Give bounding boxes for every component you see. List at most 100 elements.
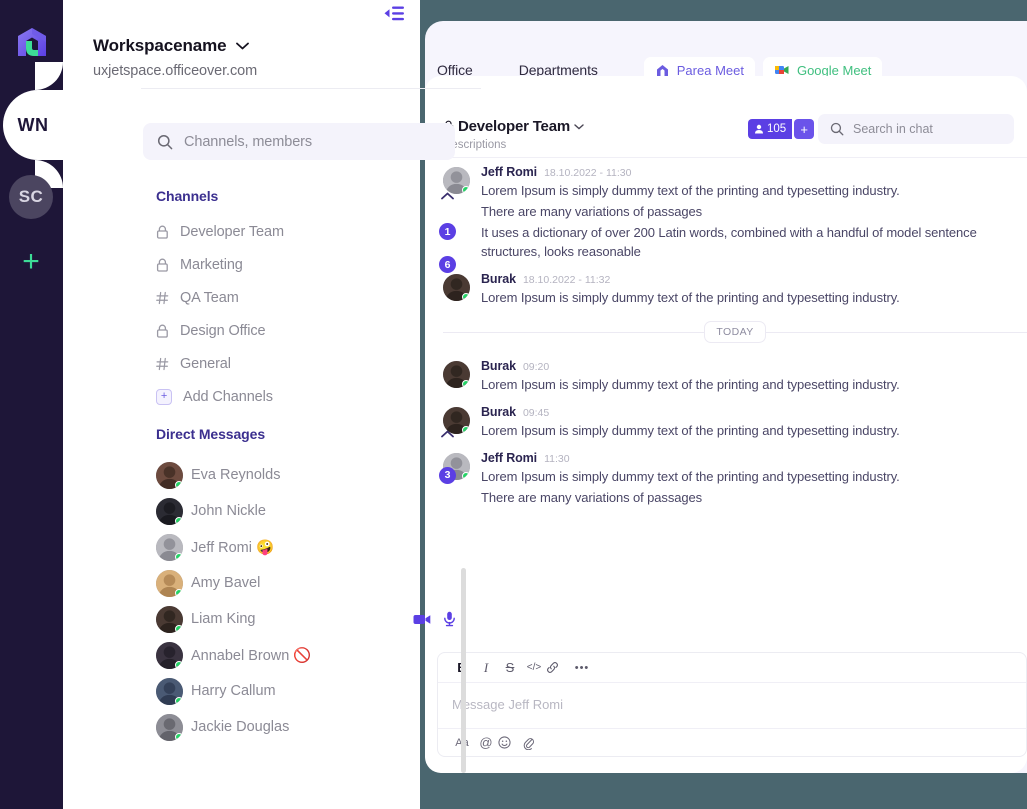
sidebar-dm-jeff-romi[interactable]: Jeff Romi 🤪 <box>156 529 456 565</box>
message-text: Lorem Ipsum is simply dummy text of the … <box>481 469 900 484</box>
online-status-dot <box>175 696 183 705</box>
message-input[interactable]: Message Jeff Romi <box>438 683 1026 712</box>
message-text: There are many variations of passages <box>481 204 703 219</box>
message-body: Jeff Romi 11:30 Lorem Ipsum is simply dumm… <box>481 451 1027 507</box>
parea-logo-icon[interactable] <box>10 22 54 66</box>
video-camera-icon[interactable] <box>413 613 431 626</box>
channels-section-header[interactable]: Channels <box>156 188 454 204</box>
message-author: Burak <box>481 272 516 286</box>
workspace-initials-sc: SC <box>18 187 44 206</box>
avatar <box>156 713 183 741</box>
add-channels-button[interactable]: + Add Channels <box>156 380 456 413</box>
online-status-dot <box>175 552 183 561</box>
dm-name: Amy Bavel <box>191 575 261 591</box>
workspace-name-button[interactable]: Workspacename <box>93 36 257 56</box>
message-meta: Burak 09:20 <box>481 359 1027 373</box>
member-count-badge[interactable]: 105 <box>748 119 793 139</box>
chevron-down-icon <box>235 42 249 50</box>
strikethrough-icon[interactable]: S <box>498 660 522 675</box>
channel-label: Marketing <box>180 256 243 273</box>
dm-list: Eva Reynolds 3 John Nickle Jeff Romi 🤪 Am… <box>156 457 456 745</box>
sidebar-dm-harry-callum[interactable]: Harry Callum <box>156 673 456 709</box>
chat-search-input[interactable]: Search in chat <box>818 114 1014 144</box>
sidebar-dm-annabel-brown[interactable]: Annabel Brown 🚫 <box>156 637 456 673</box>
search-icon <box>157 134 173 149</box>
workspace-switch-sc[interactable]: SC <box>9 175 53 219</box>
search-input[interactable]: Channels, members <box>143 123 455 160</box>
italic-icon[interactable]: I <box>474 660 498 676</box>
sidebar-channel-qa-team[interactable]: QA Team <box>156 281 456 314</box>
plus-square-icon: + <box>156 388 172 405</box>
unread-badge: 3 <box>439 466 456 484</box>
message-text: Lorem Ipsum is simply dummy text of the … <box>481 290 900 305</box>
message-text: It uses a dictionary of over 200 Latin w… <box>481 225 977 259</box>
sidebar-channel-developer-team[interactable]: Developer Team 1 <box>156 215 456 248</box>
divider-line-left <box>443 331 705 333</box>
sidebar-channel-general[interactable]: General <box>156 347 456 380</box>
sidebar-scrollbar[interactable] <box>461 568 466 773</box>
active-workspace-button[interactable]: WN <box>0 90 75 160</box>
member-count-control: 105 + <box>748 119 815 139</box>
message-timestamp: 18.10.2022 - 11:32 <box>522 274 611 286</box>
app-root: WN SC + Workspacename uxjetspace.officeo… <box>0 0 1027 809</box>
message-list: Jeff Romi 18.10.2022 - 11:30 Lorem Ipsum i… <box>443 165 1027 518</box>
google-meet-icon <box>774 66 789 74</box>
message-item: Jeff Romi 11:30 Lorem Ipsum is simply dumm… <box>443 451 1027 507</box>
sidebar-dm-john-nickle[interactable]: John Nickle <box>156 493 456 529</box>
microphone-icon[interactable] <box>443 611 456 627</box>
message-meta: Jeff Romi 11:30 <box>481 451 1027 465</box>
message-timestamp: 09:45 <box>522 407 550 419</box>
chat-channel-title[interactable]: Developer Team <box>443 118 584 135</box>
sidebar-dm-liam-king[interactable]: Liam King <box>156 601 456 637</box>
collapse-sidebar-icon[interactable] <box>380 2 408 24</box>
plus-icon: + <box>22 245 40 278</box>
link-icon[interactable] <box>546 661 570 674</box>
sidebar-channel-marketing[interactable]: Marketing 6 <box>156 248 456 281</box>
dm-name: Jackie Douglas <box>191 719 290 735</box>
dm-section-header[interactable]: Direct Messages <box>156 426 454 442</box>
online-status-dot <box>175 480 183 489</box>
chevron-down-icon[interactable] <box>574 123 584 130</box>
sidebar-dm-jackie-douglas[interactable]: Jackie Douglas <box>156 709 456 745</box>
message-item: Burak 09:20 Lorem Ipsum is simply dummy te… <box>443 359 1027 394</box>
mention-icon[interactable]: @ <box>474 735 498 750</box>
message-text: Lorem Ipsum is simply dummy text of the … <box>481 377 900 392</box>
message-timestamp: 09:20 <box>522 361 550 373</box>
lock-icon <box>156 258 168 272</box>
active-workspace-initials: WN <box>17 114 49 135</box>
chat-header: Developer Team Descriptions <box>443 118 584 151</box>
sidebar-dm-eva-reynolds[interactable]: Eva Reynolds 3 <box>156 457 456 493</box>
sidebar-channel-design-office[interactable]: Design Office <box>156 314 456 347</box>
message-text: There are many variations of passages <box>481 490 703 505</box>
online-status-dot <box>462 472 470 480</box>
workspace-rail: WN SC + <box>0 0 75 809</box>
channel-label: General <box>180 355 231 372</box>
online-status-dot <box>175 588 183 597</box>
hash-icon <box>156 357 169 370</box>
add-workspace-button[interactable]: + <box>9 240 53 284</box>
online-status-dot <box>462 380 470 388</box>
dm-name: John Nickle <box>191 503 266 519</box>
chevron-up-icon[interactable] <box>441 192 454 200</box>
messages-earlier: Jeff Romi 18.10.2022 - 11:30 Lorem Ipsum i… <box>443 165 1027 307</box>
workspace-url: uxjetspace.officeover.com <box>93 63 258 79</box>
dm-call-icons <box>413 611 456 627</box>
more-icon[interactable]: ••• <box>570 662 594 674</box>
message-item: Burak 09:45 Lorem Ipsum is simply dummy te… <box>443 405 1027 440</box>
message-author: Jeff Romi <box>481 165 538 179</box>
channels-list: Developer Team 1 Marketing 6 QA Team Desig… <box>156 215 456 413</box>
dm-name: Annabel Brown 🚫 <box>191 647 312 664</box>
avatar <box>156 461 183 489</box>
message-author: Burak <box>481 405 516 419</box>
sidebar-dm-amy-bavel[interactable]: Amy Bavel <box>156 565 456 601</box>
add-member-button[interactable]: + <box>794 119 815 139</box>
attachment-icon[interactable] <box>522 736 546 750</box>
chevron-up-icon[interactable] <box>441 430 454 438</box>
message-item: Jeff Romi 18.10.2022 - 11:30 Lorem Ipsum i… <box>443 165 1027 261</box>
member-count-value: 105 <box>767 123 787 135</box>
emoji-icon[interactable] <box>498 736 522 749</box>
message-meta: Burak 18.10.2022 - 11:32 <box>481 272 1027 286</box>
code-icon[interactable]: </> <box>522 662 546 673</box>
avatar <box>156 641 183 669</box>
chat-header-divider <box>443 157 1027 158</box>
